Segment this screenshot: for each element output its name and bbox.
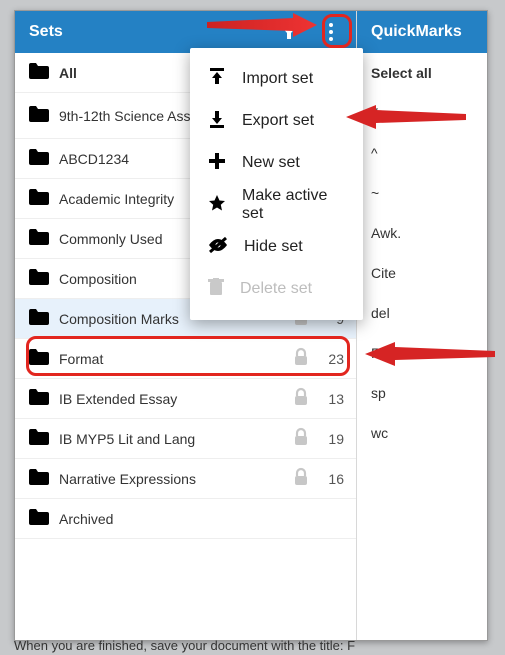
kebab-menu-icon[interactable] (320, 21, 342, 43)
upload-icon (208, 68, 226, 91)
sets-item-label: Archived (59, 511, 308, 527)
menu-label: New set (242, 154, 300, 172)
sets-header: Sets (15, 11, 356, 53)
folder-icon (29, 189, 49, 208)
sets-item-count: 23 (318, 351, 344, 367)
folder-icon (29, 429, 49, 448)
sets-item-count: 19 (318, 431, 344, 447)
star-icon (208, 194, 226, 217)
folder-icon (29, 106, 49, 125)
folder-icon (29, 309, 49, 328)
folder-icon (29, 389, 49, 408)
quickmark-item[interactable]: sp (357, 373, 487, 413)
quickmark-item[interactable]: Cite (357, 253, 487, 293)
menu-label: Make active set (242, 187, 345, 223)
footer-text: When you are finished, save your documen… (14, 638, 355, 653)
sets-item-label: IB Extended Essay (59, 391, 284, 407)
quickmark-item[interactable]: wc (357, 413, 487, 453)
folder-icon (29, 469, 49, 488)
sets-dropdown: Import set Export set New set Make activ… (190, 48, 363, 320)
menu-export-set[interactable]: Export set (190, 100, 363, 142)
sets-item-count: 16 (318, 471, 344, 487)
sets-title: Sets (29, 23, 63, 41)
sets-list-item[interactable]: Narrative Expressions 16 (15, 459, 356, 499)
download-icon (208, 110, 226, 133)
folder-icon (29, 149, 49, 168)
select-all[interactable]: Select all (357, 53, 487, 93)
menu-label: Import set (242, 70, 313, 88)
sets-item-label: Format (59, 351, 284, 367)
filter-icon[interactable] (280, 25, 298, 39)
menu-delete-set: Delete set (190, 268, 363, 310)
trash-icon (208, 278, 224, 301)
sets-item-label: IB MYP5 Lit and Lang (59, 431, 284, 447)
quickmark-item[interactable]: del (357, 293, 487, 333)
sets-list-item[interactable]: Format 23 (15, 339, 356, 379)
quickmark-item[interactable]: R/O (357, 333, 487, 373)
menu-new-set[interactable]: New set (190, 142, 363, 184)
quickmark-item[interactable]: ^ (357, 133, 487, 173)
menu-hide-set[interactable]: Hide set (190, 226, 363, 268)
quickmarks-title: QuickMarks (371, 23, 462, 41)
hide-icon (208, 236, 228, 259)
menu-label: Export set (242, 112, 314, 130)
lock-icon (294, 429, 308, 448)
lock-icon (294, 349, 308, 368)
menu-make-active-set[interactable]: Make active set (190, 184, 363, 226)
folder-icon (29, 349, 49, 368)
quickmark-item[interactable]: Awk. (357, 213, 487, 253)
quickmark-item[interactable]: ~ (357, 173, 487, 213)
sets-list-item[interactable]: IB MYP5 Lit and Lang 19 (15, 419, 356, 459)
quickmarks-list: Select all¶^~Awk.CitedelR/Ospwc (357, 53, 487, 453)
menu-label: Delete set (240, 280, 312, 298)
folder-icon (29, 63, 49, 82)
sets-item-label: Narrative Expressions (59, 471, 284, 487)
menu-import-set[interactable]: Import set (190, 58, 363, 100)
plus-icon (208, 152, 226, 175)
sets-item-count: 13 (318, 391, 344, 407)
lock-icon (294, 389, 308, 408)
sets-list-item[interactable]: IB Extended Essay 13 (15, 379, 356, 419)
folder-icon (29, 229, 49, 248)
lock-icon (294, 469, 308, 488)
quickmarks-header: QuickMarks (357, 11, 487, 53)
quickmark-item[interactable]: ¶ (357, 93, 487, 133)
menu-label: Hide set (244, 238, 303, 256)
folder-icon (29, 269, 49, 288)
sets-list-item[interactable]: Archived (15, 499, 356, 539)
folder-icon (29, 509, 49, 528)
